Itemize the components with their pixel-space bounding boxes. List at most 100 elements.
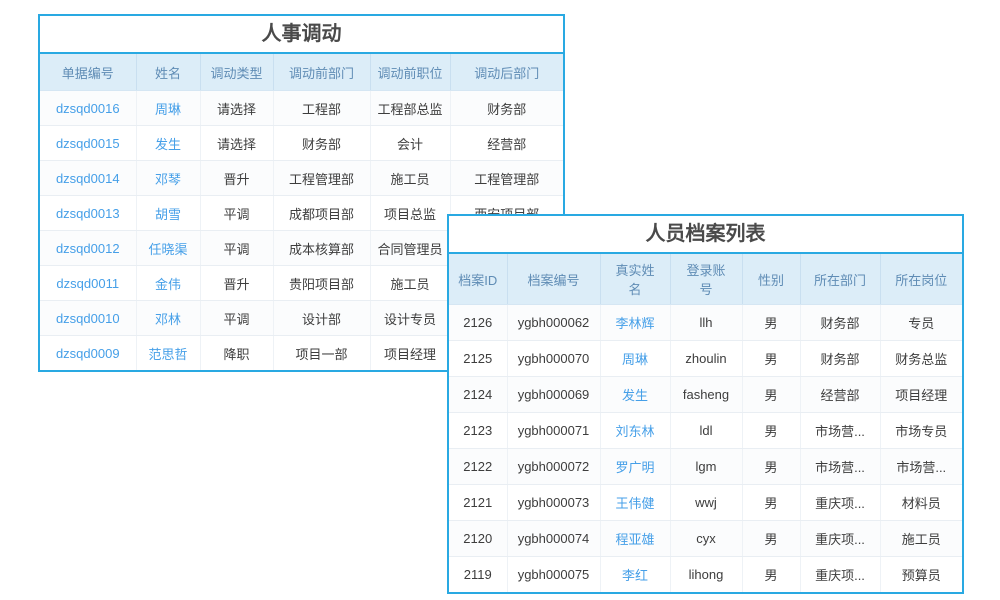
pos-before-cell: 施工员 (370, 266, 450, 301)
column-header-doc-no: 单据编号 (40, 54, 136, 91)
doc-no-link[interactable]: dzsqd0009 (56, 346, 120, 361)
archive-id-cell: 2124 (449, 377, 507, 413)
name-link[interactable]: 范思哲 (148, 347, 187, 362)
name-link[interactable]: 邓林 (155, 312, 181, 327)
archive-header-row: 档案ID 档案编号 真实姓 名 登录账 号 性别 所在部门 所在岗位 (449, 254, 962, 305)
dept-after-cell: 财务部 (450, 91, 563, 126)
column-header-type: 调动类型 (200, 54, 273, 91)
archive-code-cell: ygbh000062 (507, 305, 600, 341)
archive-code-cell: ygbh000074 (507, 521, 600, 557)
doc-no-link[interactable]: dzsqd0010 (56, 311, 120, 326)
gender-cell: 男 (742, 341, 800, 377)
post-cell: 预算员 (880, 557, 962, 593)
column-header-pos-before: 调动前职位 (370, 54, 450, 91)
doc-no-link[interactable]: dzsqd0013 (56, 206, 120, 221)
column-header-gender: 性别 (742, 254, 800, 305)
gender-cell: 男 (742, 377, 800, 413)
table-row: 2123 ygbh000071 刘东林 ldl 男 市场营... 市场专员 (449, 413, 962, 449)
doc-no-link[interactable]: dzsqd0016 (56, 101, 120, 116)
real-name-link[interactable]: 周琳 (622, 352, 648, 367)
type-cell: 请选择 (200, 91, 273, 126)
dept-cell: 经营部 (800, 377, 880, 413)
real-name-cell: 王伟健 (600, 485, 670, 521)
table-row: dzsqd0015 发生 请选择 财务部 会计 经营部 (40, 126, 563, 161)
real-name-cell: 周琳 (600, 341, 670, 377)
account-cell: lihong (670, 557, 742, 593)
dept-cell: 市场营... (800, 413, 880, 449)
real-name-cell: 发生 (600, 377, 670, 413)
name-link[interactable]: 任晓渠 (148, 242, 187, 257)
real-name-link[interactable]: 发生 (622, 388, 648, 403)
dept-before-cell: 财务部 (273, 126, 370, 161)
archive-id-cell: 2119 (449, 557, 507, 593)
account-cell: ldl (670, 413, 742, 449)
column-header-dept-after: 调动后部门 (450, 54, 563, 91)
archive-code-cell: ygbh000070 (507, 341, 600, 377)
name-cell: 范思哲 (136, 336, 200, 371)
column-header-post: 所在岗位 (880, 254, 962, 305)
type-cell: 平调 (200, 301, 273, 336)
real-name-link[interactable]: 李红 (622, 568, 648, 583)
doc-no-cell: dzsqd0011 (40, 266, 136, 301)
archive-id-cell: 2125 (449, 341, 507, 377)
archive-table: 档案ID 档案编号 真实姓 名 登录账 号 性别 所在部门 所在岗位 2126 … (449, 254, 962, 593)
account-cell: cyx (670, 521, 742, 557)
name-link[interactable]: 发生 (155, 137, 181, 152)
dept-after-cell: 工程管理部 (450, 161, 563, 196)
account-cell: fasheng (670, 377, 742, 413)
real-name-cell: 刘东林 (600, 413, 670, 449)
column-header-archive-id: 档案ID (449, 254, 507, 305)
name-cell: 发生 (136, 126, 200, 161)
doc-no-link[interactable]: dzsqd0011 (56, 276, 119, 291)
table-row: 2122 ygbh000072 罗广明 lgm 男 市场营... 市场营... (449, 449, 962, 485)
dept-before-cell: 贵阳项目部 (273, 266, 370, 301)
column-header-real-name: 真实姓 名 (600, 254, 670, 305)
gender-cell: 男 (742, 557, 800, 593)
name-cell: 邓林 (136, 301, 200, 336)
real-name-link[interactable]: 罗广明 (615, 460, 654, 475)
real-name-cell: 李红 (600, 557, 670, 593)
real-name-link[interactable]: 程亚雄 (615, 532, 654, 547)
name-link[interactable]: 周琳 (155, 102, 181, 117)
post-cell: 施工员 (880, 521, 962, 557)
name-link[interactable]: 金伟 (155, 277, 181, 292)
table-row: 2121 ygbh000073 王伟健 wwj 男 重庆项... 材料员 (449, 485, 962, 521)
page-background: 人事调动 单据编号 姓名 调动类型 调动前部门 调动前职位 调动后部门 dzsq… (0, 0, 1000, 600)
name-link[interactable]: 胡雪 (155, 207, 181, 222)
archive-id-cell: 2122 (449, 449, 507, 485)
account-cell: lgm (670, 449, 742, 485)
doc-no-link[interactable]: dzsqd0015 (56, 136, 120, 151)
archive-table-title: 人员档案列表 (449, 216, 962, 254)
archive-id-cell: 2123 (449, 413, 507, 449)
pos-before-cell: 设计专员 (370, 301, 450, 336)
type-cell: 请选择 (200, 126, 273, 161)
post-cell: 专员 (880, 305, 962, 341)
gender-cell: 男 (742, 485, 800, 521)
real-name-link[interactable]: 刘东林 (615, 424, 654, 439)
column-header-name: 姓名 (136, 54, 200, 91)
table-row: 2126 ygbh000062 李林辉 llh 男 财务部 专员 (449, 305, 962, 341)
name-link[interactable]: 邓琴 (155, 172, 181, 187)
account-cell: llh (670, 305, 742, 341)
transfer-table-title: 人事调动 (40, 16, 563, 54)
real-name-link[interactable]: 李林辉 (615, 316, 654, 331)
doc-no-cell: dzsqd0016 (40, 91, 136, 126)
type-cell: 平调 (200, 196, 273, 231)
column-header-dept: 所在部门 (800, 254, 880, 305)
table-row: 2125 ygbh000070 周琳 zhoulin 男 财务部 财务总监 (449, 341, 962, 377)
doc-no-cell: dzsqd0012 (40, 231, 136, 266)
name-cell: 周琳 (136, 91, 200, 126)
real-name-link[interactable]: 王伟健 (615, 496, 654, 511)
archive-code-cell: ygbh000072 (507, 449, 600, 485)
dept-after-cell: 经营部 (450, 126, 563, 161)
column-header-dept-before: 调动前部门 (273, 54, 370, 91)
account-cell: wwj (670, 485, 742, 521)
post-cell: 市场专员 (880, 413, 962, 449)
archive-table-panel: 人员档案列表 档案ID 档案编号 真实姓 名 登录账 号 性别 所在部门 所在岗… (447, 214, 964, 594)
doc-no-link[interactable]: dzsqd0012 (56, 241, 120, 256)
real-name-cell: 李林辉 (600, 305, 670, 341)
table-row: 2120 ygbh000074 程亚雄 cyx 男 重庆项... 施工员 (449, 521, 962, 557)
dept-cell: 重庆项... (800, 485, 880, 521)
doc-no-link[interactable]: dzsqd0014 (56, 171, 120, 186)
doc-no-cell: dzsqd0014 (40, 161, 136, 196)
